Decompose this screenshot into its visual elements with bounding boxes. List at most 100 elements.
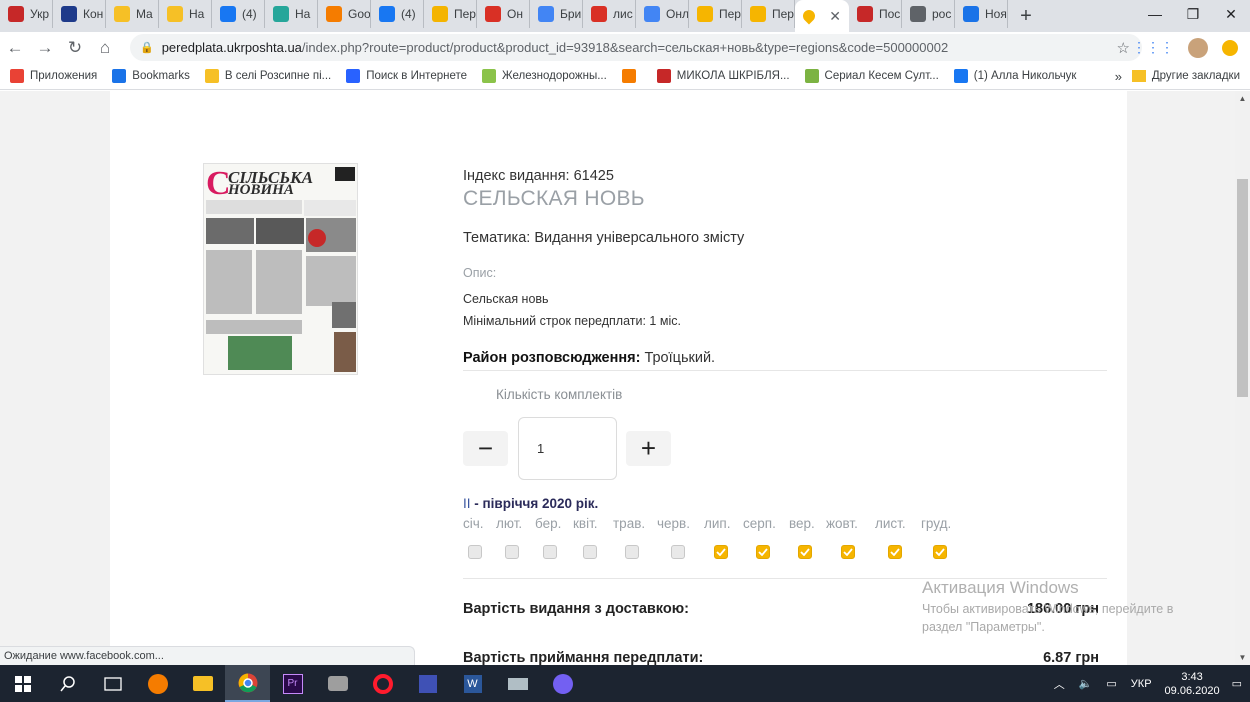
bookmark-item[interactable]: Приложения — [10, 69, 97, 83]
address-bar[interactable]: 🔒 peredplata.ukrposhta.ua/index.php?rout… — [130, 34, 1142, 61]
month-checkbox[interactable] — [505, 545, 519, 559]
avatar[interactable] — [1188, 37, 1208, 58]
facebook-icon — [953, 69, 968, 83]
browser-tab[interactable]: Ma — [106, 0, 159, 28]
facebook-icon — [220, 6, 236, 22]
browser-tab[interactable]: poc — [902, 0, 955, 28]
month-checkbox[interactable] — [798, 545, 812, 559]
rail-icon — [482, 69, 497, 83]
browser-tab[interactable]: (4) — [371, 0, 424, 28]
month-checkbox[interactable] — [888, 545, 902, 559]
bookmark-item[interactable]: Сериал Кесем Султ... — [804, 69, 939, 83]
language-indicator[interactable]: УКР — [1131, 678, 1152, 690]
page-title: СЕЛЬСКАЯ НОВЬ — [463, 187, 645, 210]
watermark-line2: Чтобы активировать Windows, перейдите в — [922, 602, 1174, 616]
browser-tab[interactable]: (4) — [212, 0, 265, 28]
bookmark-star-icon[interactable]: ☆ — [1117, 39, 1130, 57]
browser-tab[interactable]: Онл — [636, 0, 689, 28]
browser-tab[interactable]: Укр — [0, 0, 53, 28]
extensions-grid-icon[interactable]: ⋮⋮⋮ — [1132, 39, 1174, 56]
opera-icon[interactable] — [360, 665, 405, 702]
browser-tab[interactable]: Пер — [742, 0, 795, 28]
month-label: квіт. — [573, 516, 598, 531]
browser-tab[interactable]: На — [265, 0, 318, 28]
camera-app-icon[interactable] — [315, 665, 360, 702]
month-checkbox[interactable] — [671, 545, 685, 559]
month-label: лип. — [704, 516, 731, 531]
svg-text:С: С — [206, 165, 231, 202]
reload-button[interactable]: ↻ — [60, 38, 90, 58]
browser-tab[interactable]: Ноя — [955, 0, 1008, 28]
tab-label: Пер — [454, 7, 476, 21]
extension-icon[interactable] — [1222, 39, 1238, 56]
browser-tab[interactable]: Пер — [424, 0, 477, 28]
message-icon[interactable]: ▭ — [1106, 677, 1116, 690]
quantity-plus-button[interactable]: + — [626, 431, 671, 466]
premiere-icon[interactable]: Pr — [270, 665, 315, 702]
browser-tab[interactable]: Бри — [530, 0, 583, 28]
tab-label: Укр — [30, 7, 50, 21]
volume-icon[interactable]: 🔈 — [1079, 677, 1093, 690]
chevron-up-icon[interactable]: ︿ — [1054, 676, 1065, 692]
month-checkbox[interactable] — [841, 545, 855, 559]
month-checkbox[interactable] — [543, 545, 557, 559]
tab-label: лис — [613, 7, 633, 21]
browser-tab[interactable]: Пер — [689, 0, 742, 28]
chrome-icon[interactable] — [225, 665, 270, 702]
browser-tab[interactable]: Он — [477, 0, 530, 28]
settings-app-icon[interactable] — [135, 665, 180, 702]
scanner-app-icon[interactable] — [495, 665, 540, 702]
bookmarks-more-button[interactable]: » — [1115, 69, 1122, 84]
file-explorer-icon[interactable] — [180, 665, 225, 702]
month-label: груд. — [921, 516, 952, 531]
scroll-up-icon[interactable]: ▲ — [1235, 91, 1250, 106]
close-window-button[interactable]: ✕ — [1212, 0, 1250, 28]
save-app-icon[interactable] — [405, 665, 450, 702]
month-checkbox[interactable] — [714, 545, 728, 559]
quantity-input[interactable] — [518, 417, 617, 480]
newspaper-cover-image[interactable]: СІЛЬСЬКА С НОВИНА — [203, 163, 358, 375]
bookmark-item[interactable]: Железнодорожны... — [482, 69, 607, 83]
word-icon[interactable]: W — [450, 665, 495, 702]
browser-tab[interactable]: Кон — [53, 0, 106, 28]
check-icon — [716, 548, 726, 556]
quantity-minus-button[interactable]: − — [463, 431, 508, 466]
clock[interactable]: 3:43 09.06.2020 — [1165, 670, 1220, 698]
notifications-icon[interactable]: ▭ — [1232, 677, 1242, 690]
search-icon[interactable] — [45, 665, 90, 702]
month-checkbox[interactable] — [756, 545, 770, 559]
bookmark-item[interactable]: В селі Розсипне пі... — [204, 69, 331, 83]
other-bookmarks[interactable]: Другие закладки — [1131, 70, 1240, 82]
divider — [463, 370, 1107, 371]
month-checkbox[interactable] — [468, 545, 482, 559]
maximize-button[interactable]: ❐ — [1174, 0, 1212, 28]
scroll-thumb[interactable] — [1237, 179, 1248, 397]
bookmark-item[interactable]: МИКОЛА ШКРІБЛЯ... — [656, 69, 790, 83]
home-icon[interactable]: ⌂ — [90, 38, 120, 58]
month-checkbox[interactable] — [583, 545, 597, 559]
bookmark-item[interactable]: Bookmarks — [112, 69, 190, 83]
other-bookmarks-label: Другие закладки — [1151, 70, 1240, 82]
search-icon — [346, 69, 361, 83]
scroll-down-icon[interactable]: ▼ — [1235, 650, 1250, 665]
month-checkbox[interactable] — [625, 545, 639, 559]
start-button[interactable] — [0, 665, 45, 702]
new-tab-button[interactable]: + — [1012, 2, 1040, 30]
browser-tab[interactable]: Goo — [318, 0, 371, 28]
bookmark-item[interactable]: (1) Алла Никольчук — [953, 69, 1076, 83]
month-checkbox[interactable] — [933, 545, 947, 559]
bookmark-item[interactable] — [621, 69, 642, 83]
page-scrollbar[interactable]: ▲ ▼ — [1235, 91, 1250, 665]
tab-active[interactable]: ✕ — [795, 0, 849, 32]
forward-button[interactable]: → — [30, 38, 60, 58]
task-view-icon[interactable] — [90, 665, 135, 702]
browser-tab[interactable]: На — [159, 0, 212, 28]
browser-tab[interactable]: Пос — [849, 0, 902, 28]
month-label: жовт. — [826, 516, 858, 531]
back-button[interactable]: ← — [0, 38, 30, 58]
bookmark-item[interactable]: Поиск в Интернете — [346, 69, 467, 83]
close-tab-icon[interactable]: ✕ — [829, 8, 841, 25]
viber-icon[interactable] — [540, 665, 585, 702]
minimize-button[interactable]: — — [1136, 0, 1174, 28]
browser-tab[interactable]: лис — [583, 0, 636, 28]
